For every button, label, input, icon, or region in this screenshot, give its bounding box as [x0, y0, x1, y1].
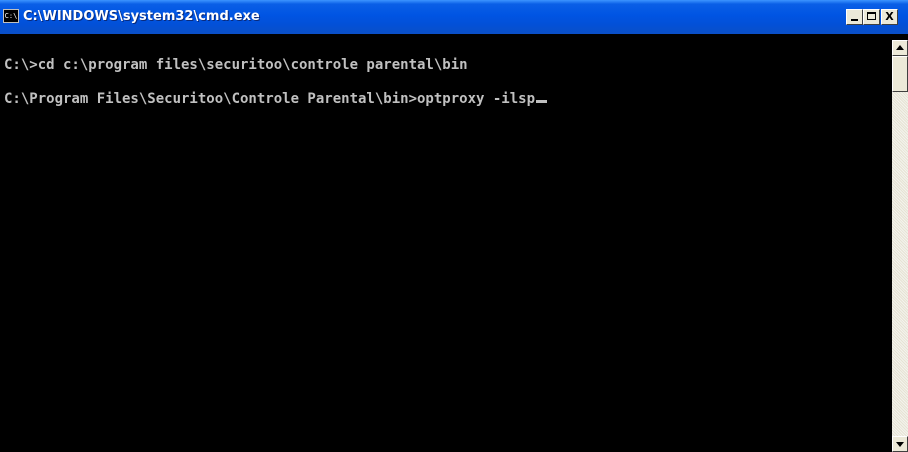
minimize-icon — [851, 19, 858, 21]
close-icon: X — [885, 10, 894, 23]
arrow-down-icon — [896, 442, 904, 447]
window-title: C:\WINDOWS\system32\cmd.exe — [23, 9, 260, 24]
console-output[interactable]: C:\>cd c:\program files\securitoo\contro… — [4, 38, 884, 448]
maximize-button[interactable] — [863, 9, 880, 25]
minimize-button[interactable] — [846, 9, 863, 25]
close-button[interactable]: X — [881, 9, 898, 25]
scrollbar-thumb[interactable] — [892, 56, 908, 92]
console-line: C:\>cd c:\program files\securitoo\contro… — [4, 55, 468, 75]
cmd-window-icon[interactable]: C:\ — [3, 9, 19, 23]
vertical-scrollbar[interactable] — [892, 40, 908, 452]
console-line-text: C:\>cd c:\program files\securitoo\contro… — [4, 57, 468, 73]
scroll-down-button[interactable] — [892, 436, 908, 452]
maximize-icon — [867, 12, 876, 20]
console-line: C:\Program Files\Securitoo\Controle Pare… — [4, 89, 548, 109]
console-line-text: C:\Program Files\Securitoo\Controle Pare… — [4, 91, 536, 107]
text-cursor — [536, 100, 548, 103]
arrow-up-icon — [896, 45, 904, 50]
scroll-up-button[interactable] — [892, 40, 908, 56]
title-bar[interactable]: C:\ C:\WINDOWS\system32\cmd.exe X — [0, 0, 908, 34]
cmd-window: C:\ C:\WINDOWS\system32\cmd.exe X C:\>cd… — [0, 0, 908, 452]
